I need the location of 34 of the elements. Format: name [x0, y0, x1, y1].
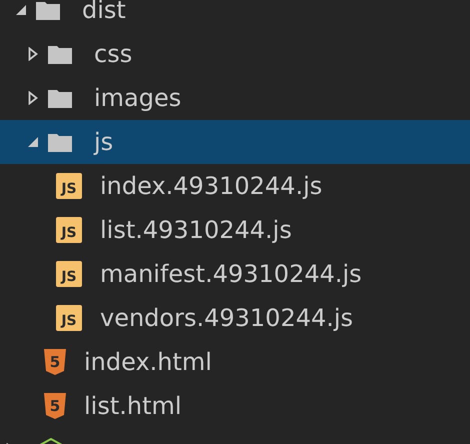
file-name: js [94, 127, 114, 158]
file-name: list.49310244.js [100, 215, 292, 246]
file-name: index.html [84, 347, 212, 378]
folder-icon [36, 0, 60, 20]
tree-row[interactable]: JS list.49310244.js [0, 208, 470, 252]
tree-row[interactable]: JS index.49310244.js [0, 164, 470, 208]
tree-row[interactable]: images [0, 76, 470, 120]
file-name: css [94, 39, 132, 70]
folder-icon [48, 88, 72, 108]
file-name: dist [82, 0, 126, 26]
file-name: vendors.49310244.js [100, 303, 354, 334]
tree-row[interactable]: 5 index.html [0, 340, 470, 384]
tree-row[interactable]: js [0, 120, 470, 164]
caret-icon[interactable] [15, 4, 27, 16]
html-file-icon: 5 [44, 349, 66, 375]
file-name: manifest.49310244.js [100, 259, 362, 290]
js-file-icon: JS [56, 261, 82, 287]
caret-icon[interactable] [28, 91, 38, 105]
js-file-icon: JS [56, 173, 82, 199]
js-file-icon: JS [56, 305, 82, 331]
folder-icon [48, 44, 72, 64]
caret-icon[interactable] [27, 136, 39, 148]
tree-row[interactable]: JS manifest.49310244.js [0, 252, 470, 296]
file-name: index.49310244.js [100, 171, 322, 202]
html-file-icon: 5 [44, 393, 66, 419]
tree-row[interactable]: css [0, 32, 470, 76]
file-name: images [94, 83, 182, 114]
tree-row[interactable]: JS vendors.49310244.js [0, 296, 470, 340]
caret-icon[interactable] [28, 47, 38, 61]
folder-icon [48, 132, 72, 152]
js-file-icon: JS [56, 217, 82, 243]
tree-row[interactable]: 5 list.html [0, 384, 470, 428]
tree-row[interactable]: dist [0, 0, 470, 32]
file-name: list.html [84, 391, 182, 422]
